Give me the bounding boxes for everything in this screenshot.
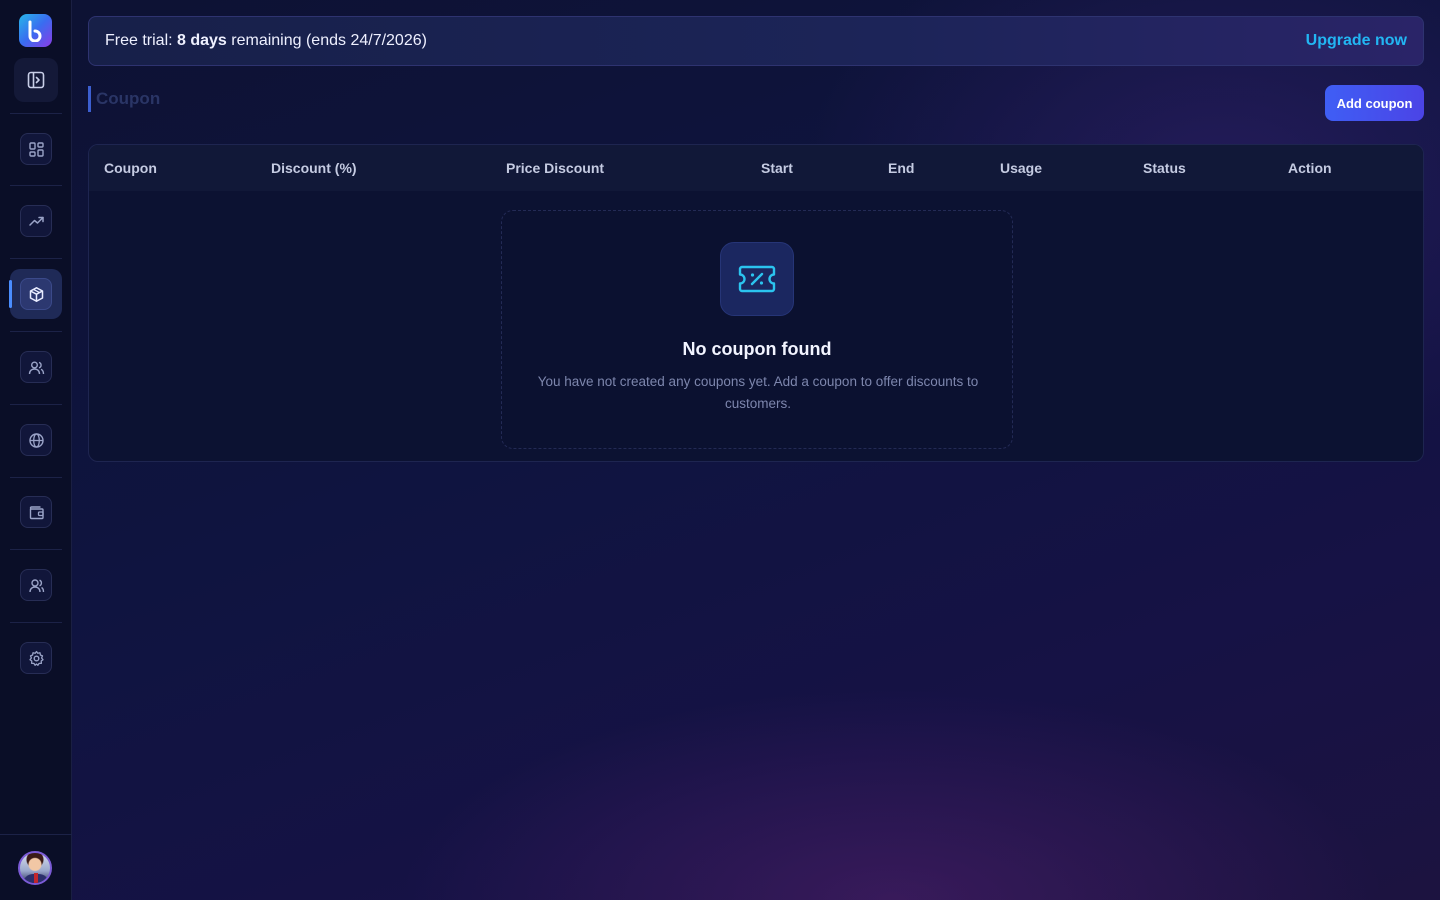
nav-divider bbox=[10, 331, 62, 332]
trial-banner: Free trial: 8 days remaining (ends 24/7/… bbox=[88, 16, 1424, 66]
nav-divider bbox=[10, 185, 62, 186]
nav-divider bbox=[0, 834, 72, 835]
add-coupon-button[interactable]: Add coupon bbox=[1325, 85, 1424, 121]
column-header-end[interactable]: End bbox=[888, 145, 914, 191]
nav-divider bbox=[10, 477, 62, 478]
team-icon bbox=[28, 578, 44, 592]
sidebar-toggle-icon bbox=[27, 71, 45, 89]
nav-divider bbox=[10, 258, 62, 259]
users-icon bbox=[28, 361, 44, 374]
coupon-table: Coupon Discount (%) Price Discount Start… bbox=[88, 144, 1424, 462]
column-header-status[interactable]: Status bbox=[1143, 145, 1186, 191]
grid-icon bbox=[28, 141, 44, 157]
nav-divider bbox=[10, 549, 62, 550]
column-header-discount[interactable]: Discount (%) bbox=[271, 145, 357, 191]
trial-suffix: remaining (ends 24/7/2026) bbox=[226, 32, 427, 49]
trial-days: 8 days bbox=[177, 32, 227, 49]
sidebar-item-dashboard[interactable] bbox=[20, 133, 52, 165]
table-header: Coupon Discount (%) Price Discount Start… bbox=[89, 145, 1423, 191]
nav-divider bbox=[10, 113, 62, 114]
sidebar bbox=[0, 0, 72, 900]
sidebar-item-website[interactable] bbox=[20, 424, 52, 456]
upgrade-now-link[interactable]: Upgrade now bbox=[1306, 32, 1407, 50]
empty-state-title: No coupon found bbox=[682, 339, 832, 359]
empty-state: No coupon found You have not created any… bbox=[501, 210, 1013, 449]
ticket-percent-icon bbox=[738, 265, 776, 293]
sidebar-toggle-button[interactable] bbox=[14, 58, 58, 102]
nav-divider bbox=[10, 622, 62, 623]
empty-state-icon-container bbox=[720, 242, 794, 316]
gear-icon bbox=[28, 650, 44, 666]
column-header-action: Action bbox=[1288, 160, 1332, 176]
trial-prefix: Free trial: bbox=[105, 32, 178, 49]
column-header-coupon[interactable]: Coupon bbox=[104, 145, 157, 191]
sidebar-item-products[interactable] bbox=[20, 278, 52, 310]
globe-icon bbox=[28, 432, 44, 448]
avatar-tie bbox=[34, 873, 38, 883]
empty-state-description: You have not created any coupons yet. Ad… bbox=[537, 374, 979, 411]
column-header-usage[interactable]: Usage bbox=[1000, 145, 1042, 191]
column-header-price-discount[interactable]: Price Discount bbox=[506, 145, 604, 191]
logo-icon bbox=[28, 20, 41, 42]
column-header-start[interactable]: Start bbox=[761, 145, 793, 191]
package-icon bbox=[29, 286, 43, 302]
trending-up-icon bbox=[28, 216, 44, 226]
sidebar-item-settings[interactable] bbox=[20, 642, 52, 674]
page-title: Coupon bbox=[96, 89, 161, 108]
sidebar-item-analytics[interactable] bbox=[20, 205, 52, 237]
app-logo[interactable] bbox=[19, 14, 52, 47]
page-title-container: Coupon bbox=[88, 86, 160, 112]
nav-divider bbox=[10, 404, 62, 405]
user-avatar[interactable] bbox=[18, 851, 52, 885]
trial-message: Free trial: 8 days remaining (ends 24/7/… bbox=[105, 32, 427, 50]
active-nav-indicator bbox=[9, 280, 12, 308]
sidebar-item-team[interactable] bbox=[20, 569, 52, 601]
wallet-icon bbox=[29, 505, 44, 519]
sidebar-item-wallet[interactable] bbox=[20, 496, 52, 528]
sidebar-item-customers[interactable] bbox=[20, 351, 52, 383]
